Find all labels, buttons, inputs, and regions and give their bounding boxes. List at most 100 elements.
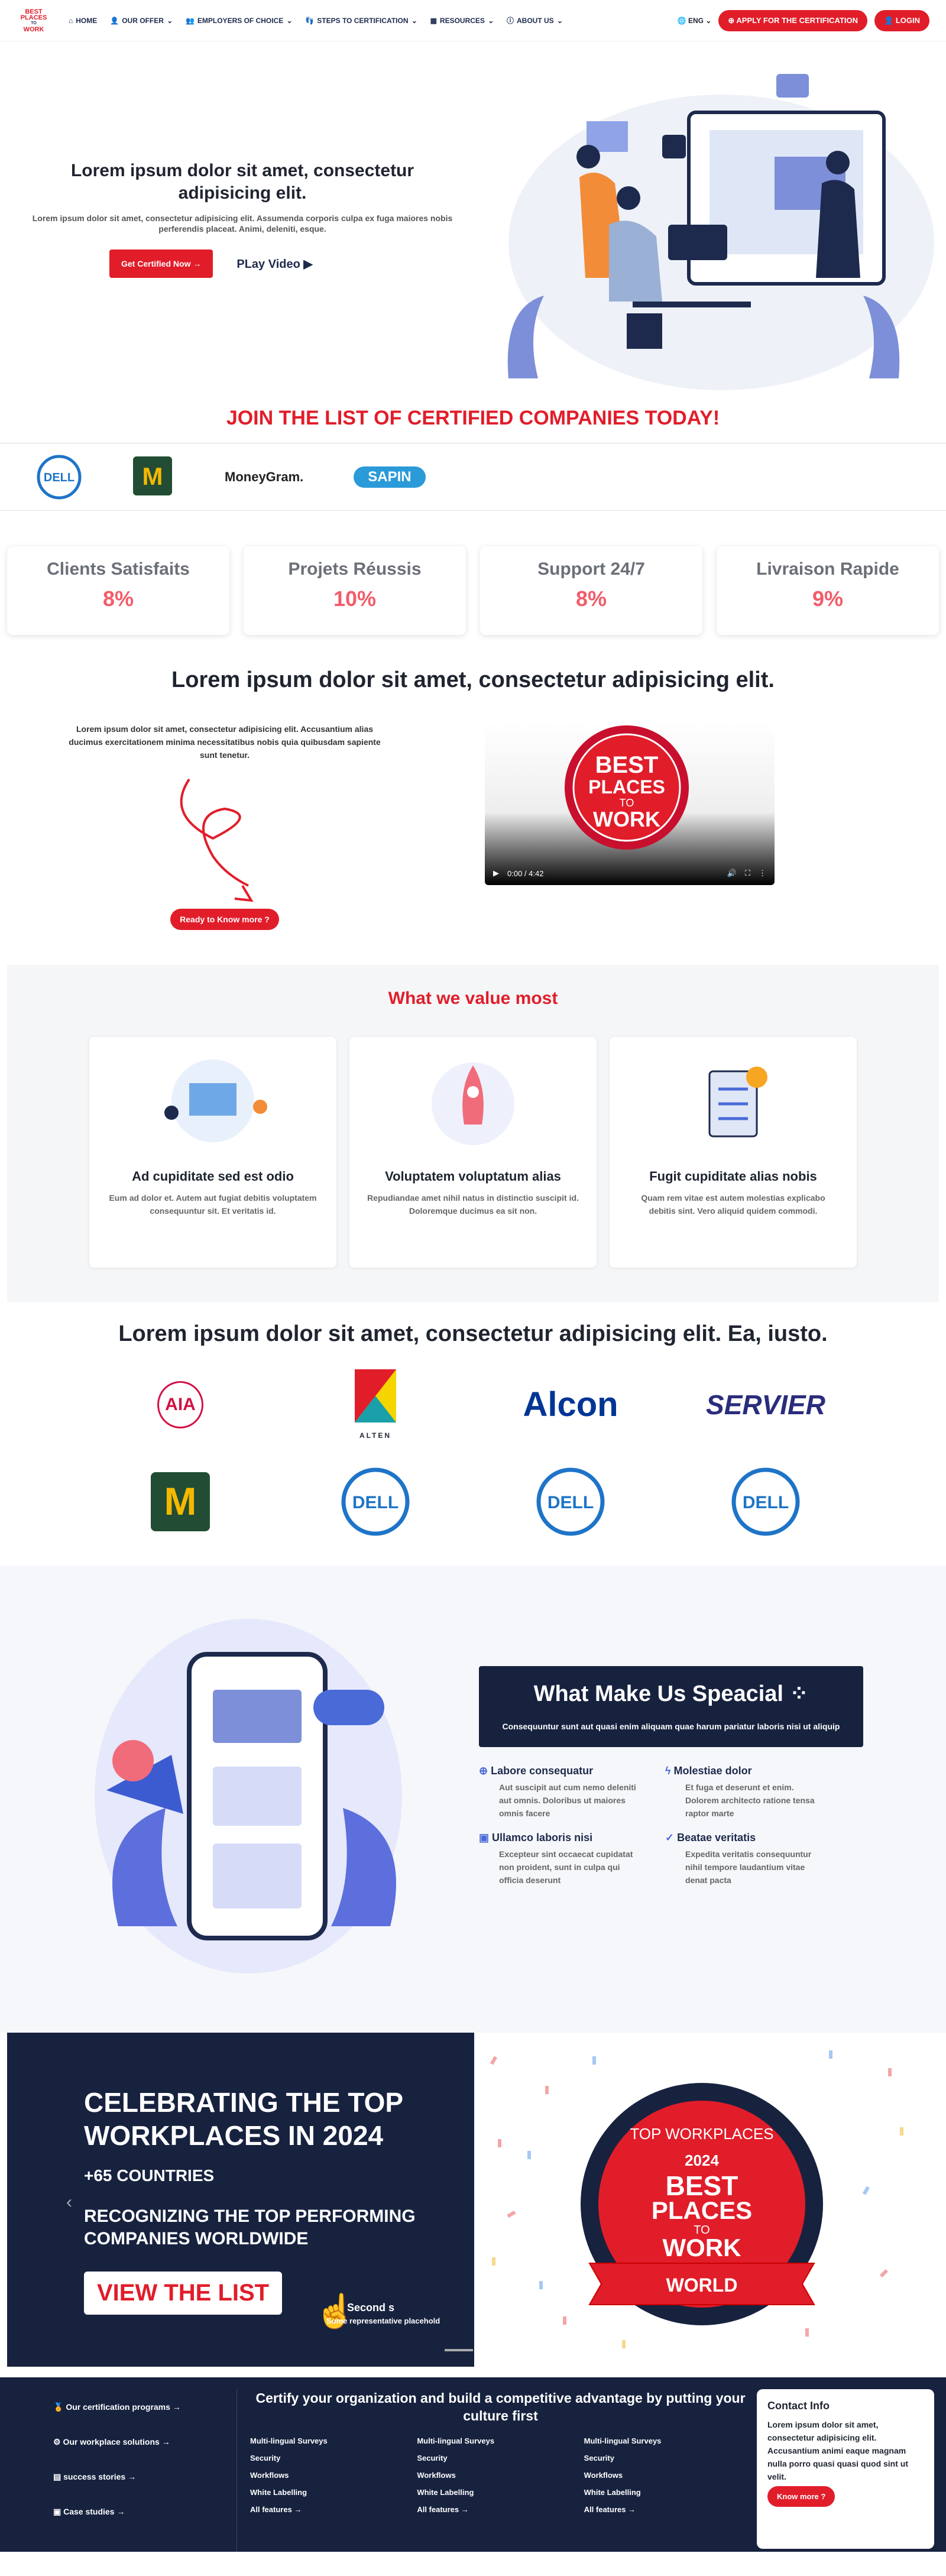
second-slide-subtitle: Some representative placehold <box>326 2316 440 2325</box>
language-label: ENG <box>688 16 704 25</box>
nav-item-resources[interactable]: ▦ RESOURCES ⌄ <box>430 15 494 25</box>
volume-icon[interactable]: 🔊 <box>727 869 737 878</box>
mcdonalds-logo: M <box>83 1462 278 1543</box>
servier-logo: SERVIER <box>706 1389 825 1420</box>
mcdonalds-logo: M <box>133 456 172 495</box>
all-features-link[interactable]: All features → <box>417 2505 584 2514</box>
nav-item-steps[interactable]: 👣 STEPS TO CERTIFICATION ⌄ <box>305 15 417 25</box>
recognize-text: RECOGNIZING THE TOP PERFORMING COMPANIES… <box>84 2206 416 2248</box>
svg-text:TOP WORKPLACES: TOP WORKPLACES <box>630 2125 773 2143</box>
view-list-button[interactable]: VIEW THE LIST <box>84 2272 283 2315</box>
intro-text: Lorem ipsum dolor sit amet, consectetur … <box>69 724 381 760</box>
more-icon[interactable]: ⋮ <box>759 869 766 878</box>
footer-link[interactable]: ▣ Case studies → <box>53 2507 237 2517</box>
nav-item-offer[interactable]: 👤 OUR OFFER ⌄ <box>110 15 173 25</box>
feature-text: Excepteur sint occaecat cupidatat non pr… <box>499 1849 633 1885</box>
briefcase-icon: ▣ <box>53 2507 61 2516</box>
apply-button[interactable]: ⊕ APPLY FOR THE CERTIFICATION <box>718 9 868 31</box>
celebrate-title: CELEBRATING THE TOP WORKPLACES IN 2024 <box>84 2087 403 2151</box>
footer-feature-link[interactable]: White Labelling <box>417 2488 584 2497</box>
svg-text:WORK: WORK <box>663 2234 741 2261</box>
fullscreen-icon[interactable]: ⛶ <box>745 869 750 878</box>
nav-label: ABOUT US <box>517 16 554 25</box>
countries-count: +65 COUNTRIES <box>84 2166 215 2185</box>
bolt-icon: ϟ <box>665 1765 671 1777</box>
footer-feature-link[interactable]: White Labelling <box>250 2488 417 2497</box>
moneygram-logo: MoneyGram. <box>225 469 304 484</box>
footer-feature-link[interactable]: Workflows <box>250 2471 417 2480</box>
dell-logo: DELL <box>37 455 82 499</box>
nav-item-employers[interactable]: 👥 EMPLOYERS OF CHOICE ⌄ <box>186 15 292 25</box>
sapin-logo: SAPIN <box>354 466 426 488</box>
stats-row: Clients Satisfaits 8% Projets Réussis 10% … <box>0 511 946 635</box>
footer-feature-link[interactable]: Multi-lingual Surveys <box>250 2436 417 2445</box>
alten-logo: ALTEN <box>278 1365 473 1445</box>
video-player[interactable]: BEST PLACES TO WORK ▶ 0:00 / 4:42 🔊 ⛶ ⋮ <box>485 722 775 885</box>
team-illustration <box>164 1059 267 1142</box>
nav-label: HOME <box>76 16 98 25</box>
footer-feature-link[interactable]: Security <box>417 2454 584 2462</box>
mobile-marketing-illustration <box>0 1595 449 1997</box>
hero-section: Lorem ipsum dolor sit amet, consectetur … <box>0 41 946 396</box>
site-logo[interactable]: BEST PLACES TO WORK <box>17 4 51 38</box>
footer-link[interactable]: 🏅 Our certification programs → <box>53 2402 237 2412</box>
stat-label: Support 24/7 <box>537 559 645 579</box>
prev-slide-icon[interactable]: ‹ <box>66 2192 72 2212</box>
stat-card: Clients Satisfaits 8% <box>7 546 229 635</box>
feature-title: Labore consequatur <box>491 1765 594 1777</box>
dell-logo: DELL <box>668 1462 863 1543</box>
users-icon: 👥 <box>185 16 195 25</box>
slider-dots[interactable] <box>445 2349 473 2351</box>
award-icon: 🏅 <box>53 2402 64 2412</box>
feature-text: Et fuga et deserunt et enim. Dolorem arc… <box>685 1783 815 1818</box>
nav-label: STEPS TO CERTIFICATION <box>317 16 409 25</box>
info-icon: ⓘ <box>506 17 514 25</box>
footer-feature-link[interactable]: Workflows <box>417 2471 584 2480</box>
all-features-link[interactable]: All features → <box>584 2505 751 2514</box>
celebrate-banner: ‹ CELEBRATING THE TOP WORKPLACES IN 2024… <box>7 2033 939 2367</box>
stat-card: Projets Réussis 10% <box>244 546 466 635</box>
stat-value: 8% <box>102 587 134 611</box>
contact-card: Contact Info Lorem ipsum dolor sit amet,… <box>757 2389 934 2549</box>
get-certified-button[interactable]: Get Certified Now → <box>109 250 213 278</box>
footer-link[interactable]: ⚙ Our workplace solutions → <box>53 2437 237 2447</box>
footer-link[interactable]: ▤ success stories → <box>53 2472 237 2482</box>
home-icon: ⌂ <box>69 16 73 25</box>
intro-section: Lorem ipsum dolor sit amet, consectetur … <box>0 722 946 965</box>
value-card: Fugit cupiditate alias nobis Quam rem vi… <box>610 1037 857 1268</box>
language-select[interactable]: 🌐 ENG ⌄ <box>678 17 712 25</box>
nav-item-about[interactable]: ⓘ ABOUT US ⌄ <box>507 15 563 25</box>
all-features-label: All features <box>417 2505 459 2514</box>
special-title: What Make Us Speacial <box>533 1681 783 1706</box>
user-icon: 👤 <box>110 16 119 25</box>
card-text: Quam rem vitae est autem molestias expli… <box>641 1193 825 1216</box>
all-features-link[interactable]: All features → <box>250 2505 417 2514</box>
know-more-button[interactable]: Know more ? <box>767 2486 835 2507</box>
footer-feature-link[interactable]: Multi-lingual Surveys <box>584 2436 751 2445</box>
svg-text:M: M <box>142 462 163 490</box>
footer-title: Certify your organization and build a co… <box>255 2390 746 2423</box>
ready-button[interactable]: Ready to Know more ? <box>170 909 279 930</box>
partner-logos-strip: DELL M MoneyGram. SAPIN <box>0 443 946 511</box>
footer-feature-link[interactable]: White Labelling <box>584 2488 751 2497</box>
feature-item: ϟ Molestiae dolor Et fuga et deserunt et … <box>665 1765 828 1820</box>
footer-feature-link[interactable]: Security <box>250 2454 417 2462</box>
svg-text:WORLD: WORLD <box>666 2274 738 2296</box>
footer-feature-link[interactable]: Workflows <box>584 2471 751 2480</box>
login-label: LOGIN <box>895 15 920 25</box>
footer-feature-link[interactable]: Security <box>584 2454 751 2462</box>
login-button[interactable]: 👤 LOGIN <box>874 9 929 31</box>
feature-item: ▣ Ullamco laboris nisi Excepteur sint occ… <box>479 1832 642 1887</box>
chevron-down-icon: ⌄ <box>411 16 417 25</box>
arrow-icon <box>180 778 254 902</box>
svg-text:DELL: DELL <box>743 1493 789 1512</box>
nav-item-home[interactable]: ⌂ HOME <box>69 15 97 25</box>
intro-title: Lorem ipsum dolor sit amet, consectetur … <box>171 668 775 692</box>
special-text: Consequuntur sunt aut quasi enim aliquam… <box>502 1722 840 1731</box>
footer-feature-link[interactable]: Multi-lingual Surveys <box>417 2436 584 2445</box>
top-navbar: BEST PLACES TO WORK ⌂ HOME 👤 OUR OFFER ⌄ 👥 E… <box>0 0 946 41</box>
card-title: Ad cupiditate sed est odio <box>132 1169 294 1184</box>
play-video-button[interactable]: PLay Video ▶ <box>237 257 312 271</box>
logo-text: WORK <box>23 25 44 33</box>
play-icon[interactable]: ▶ <box>493 869 499 878</box>
